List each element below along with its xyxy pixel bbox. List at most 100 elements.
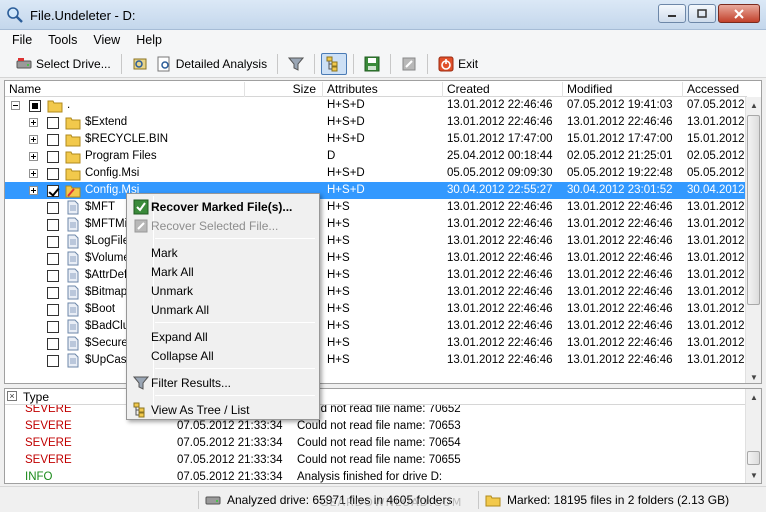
cell-attributes: H+S [327, 320, 350, 332]
cell-attributes: H+S [327, 252, 350, 264]
table-row[interactable]: $UpCase H+S 13.01.2012 22:46:46 13.01.2012 … [5, 352, 747, 369]
select-drive-button[interactable]: Select Drive... [12, 53, 115, 75]
collapse-icon[interactable] [11, 101, 20, 110]
column-header-accessed[interactable]: Accessed [683, 82, 747, 97]
row-checkbox[interactable] [47, 270, 59, 282]
recover-button[interactable] [397, 53, 421, 75]
column-header-name[interactable]: Name [5, 82, 245, 97]
menu-item-filter-results[interactable]: Filter Results... [129, 373, 317, 392]
scroll-down-icon[interactable]: ▼ [746, 369, 761, 383]
cell-modified: 13.01.2012 22:46:46 [567, 218, 673, 230]
menu-separator [155, 368, 315, 369]
menu-item-collapse-all[interactable]: Collapse All [129, 346, 317, 365]
log-row[interactable]: SEVERE Could not read file name: 70652 [5, 405, 745, 418]
row-checkbox[interactable] [47, 117, 59, 129]
log-row[interactable]: SEVERE 07.05.2012 21:33:34 Could not read … [5, 418, 745, 435]
menu-item-view-as-tree[interactable]: View As Tree / List [129, 400, 317, 419]
row-checkbox[interactable] [47, 355, 59, 367]
scan-icon [133, 58, 147, 69]
log-row[interactable]: SEVERE 07.05.2012 21:33:34 Could not read … [5, 452, 745, 469]
log-row[interactable]: SEVERE 07.05.2012 21:33:34 Could not read … [5, 435, 745, 452]
expand-icon[interactable] [29, 186, 38, 195]
table-row[interactable]: $Bitmap H+S 13.01.2012 22:46:46 13.01.2012 … [5, 284, 747, 301]
row-checkbox[interactable] [47, 151, 59, 163]
row-checkbox[interactable] [47, 185, 59, 197]
table-row[interactable]: Config.Msi H+S+D 30.04.2012 22:55:27 30.04.… [5, 182, 747, 199]
close-button[interactable] [718, 4, 760, 23]
table-row[interactable]: $LogFile H+S 13.01.2012 22:46:46 13.01.2012… [5, 233, 747, 250]
table-row[interactable]: $BadClus H+S 13.01.2012 22:46:46 13.01.2012… [5, 318, 747, 335]
table-row[interactable]: $MFTMirr H+S 13.01.2012 22:46:46 13.01.2012… [5, 216, 747, 233]
row-checkbox[interactable] [47, 168, 59, 180]
maximize-button[interactable] [688, 4, 716, 23]
row-checkbox[interactable] [47, 134, 59, 146]
expand-icon[interactable] [29, 135, 38, 144]
menu-item-mark-all[interactable]: Mark All [129, 262, 317, 281]
row-checkbox[interactable] [47, 304, 59, 316]
log-close-icon[interactable]: × [7, 391, 17, 401]
row-checkbox[interactable] [29, 100, 41, 112]
menu-item-expand-all[interactable]: Expand All [129, 327, 317, 346]
tree-scrollbar[interactable]: ▲ ▼ [745, 97, 761, 383]
menu-help[interactable]: Help [128, 33, 170, 47]
row-checkbox[interactable] [47, 321, 59, 333]
menu-view[interactable]: View [85, 33, 128, 47]
column-header-modified[interactable]: Modified [563, 82, 683, 97]
table-row[interactable]: Config.Msi H+S+D 05.05.2012 09:09:30 05.05.… [5, 165, 747, 182]
menu-file[interactable]: File [4, 33, 40, 47]
tree-view-button[interactable] [321, 52, 348, 75]
table-row[interactable]: $RECYCLE.BIN H+S+D 15.01.2012 17:47:00 15.0… [5, 131, 747, 148]
cell-accessed: 13.01.2012 [687, 320, 745, 332]
menu-item-mark[interactable]: Mark [129, 243, 317, 262]
row-checkbox[interactable] [47, 253, 59, 265]
scrollbar-thumb[interactable] [747, 451, 760, 465]
menu-item-unmark[interactable]: Unmark [129, 281, 317, 300]
cell-attributes: H+S+D [327, 116, 365, 128]
cell-accessed: 13.01.2012 [687, 337, 745, 349]
table-row[interactable]: $Extend H+S+D 13.01.2012 22:46:46 13.01.201… [5, 114, 747, 131]
log-column-message[interactable]: age [291, 390, 745, 405]
scan-button[interactable] [128, 53, 152, 75]
expand-icon[interactable] [29, 169, 38, 178]
cell-accessed: 13.01.2012 [687, 269, 745, 281]
cell-modified: 13.01.2012 22:46:46 [567, 303, 673, 315]
column-header-attributes[interactable]: Attributes [323, 82, 443, 97]
expand-icon[interactable] [29, 152, 38, 161]
scrollbar-thumb[interactable] [747, 115, 760, 305]
column-header-created[interactable]: Created [443, 82, 563, 97]
scroll-up-icon[interactable]: ▲ [746, 389, 761, 405]
scroll-up-icon[interactable]: ▲ [746, 97, 761, 113]
file-icon [67, 302, 79, 317]
table-row[interactable]: Program Files D 25.04.2012 00:18:44 02.05.2… [5, 148, 747, 165]
menu-item-recover-marked[interactable]: Recover Marked File(s)... [129, 197, 317, 216]
expand-icon[interactable] [29, 118, 38, 127]
table-row[interactable]: $Boot H+S 13.01.2012 22:46:46 13.01.2012 22… [5, 301, 747, 318]
menu-tools[interactable]: Tools [40, 33, 85, 47]
table-row[interactable]: . H+S+D 13.01.2012 22:46:46 07.05.2012 19:4… [5, 97, 747, 114]
filter-button[interactable] [284, 53, 308, 75]
menu-item-recover-selected[interactable]: Recover Selected File... [129, 216, 317, 235]
table-row[interactable]: $Volume H+S 13.01.2012 22:46:46 13.01.2012 … [5, 250, 747, 267]
save-button[interactable] [360, 53, 384, 75]
row-checkbox[interactable] [47, 219, 59, 231]
table-row[interactable]: $MFT H+S 13.01.2012 22:46:46 13.01.2012 22:… [5, 199, 747, 216]
row-checkbox[interactable] [47, 236, 59, 248]
scroll-down-icon[interactable]: ▼ [746, 467, 761, 483]
exit-button[interactable]: Exit [434, 53, 482, 75]
menu-separator [155, 322, 315, 323]
menu-item-unmark-all[interactable]: Unmark All [129, 300, 317, 319]
cell-modified: 15.01.2012 17:47:00 [567, 133, 673, 145]
log-row[interactable]: INFO 07.05.2012 21:33:34 Analysis finished… [5, 469, 745, 483]
table-row[interactable]: $Secure H+S 13.01.2012 22:46:46 13.01.2012 … [5, 335, 747, 352]
row-checkbox[interactable] [47, 338, 59, 350]
file-icon [67, 268, 79, 283]
minimize-button[interactable] [658, 4, 686, 23]
log-scrollbar[interactable]: ▲ ▼ [745, 389, 761, 483]
column-header-size[interactable]: Size [245, 82, 323, 97]
detailed-analysis-button[interactable]: Detailed Analysis [152, 53, 271, 75]
table-row[interactable]: $AttrDef H+S 13.01.2012 22:46:46 13.01.2012… [5, 267, 747, 284]
row-checkbox[interactable] [47, 202, 59, 214]
menu-label: Recover Selected File... [151, 219, 279, 233]
log-cell-type: SEVERE [25, 420, 72, 432]
row-checkbox[interactable] [47, 287, 59, 299]
